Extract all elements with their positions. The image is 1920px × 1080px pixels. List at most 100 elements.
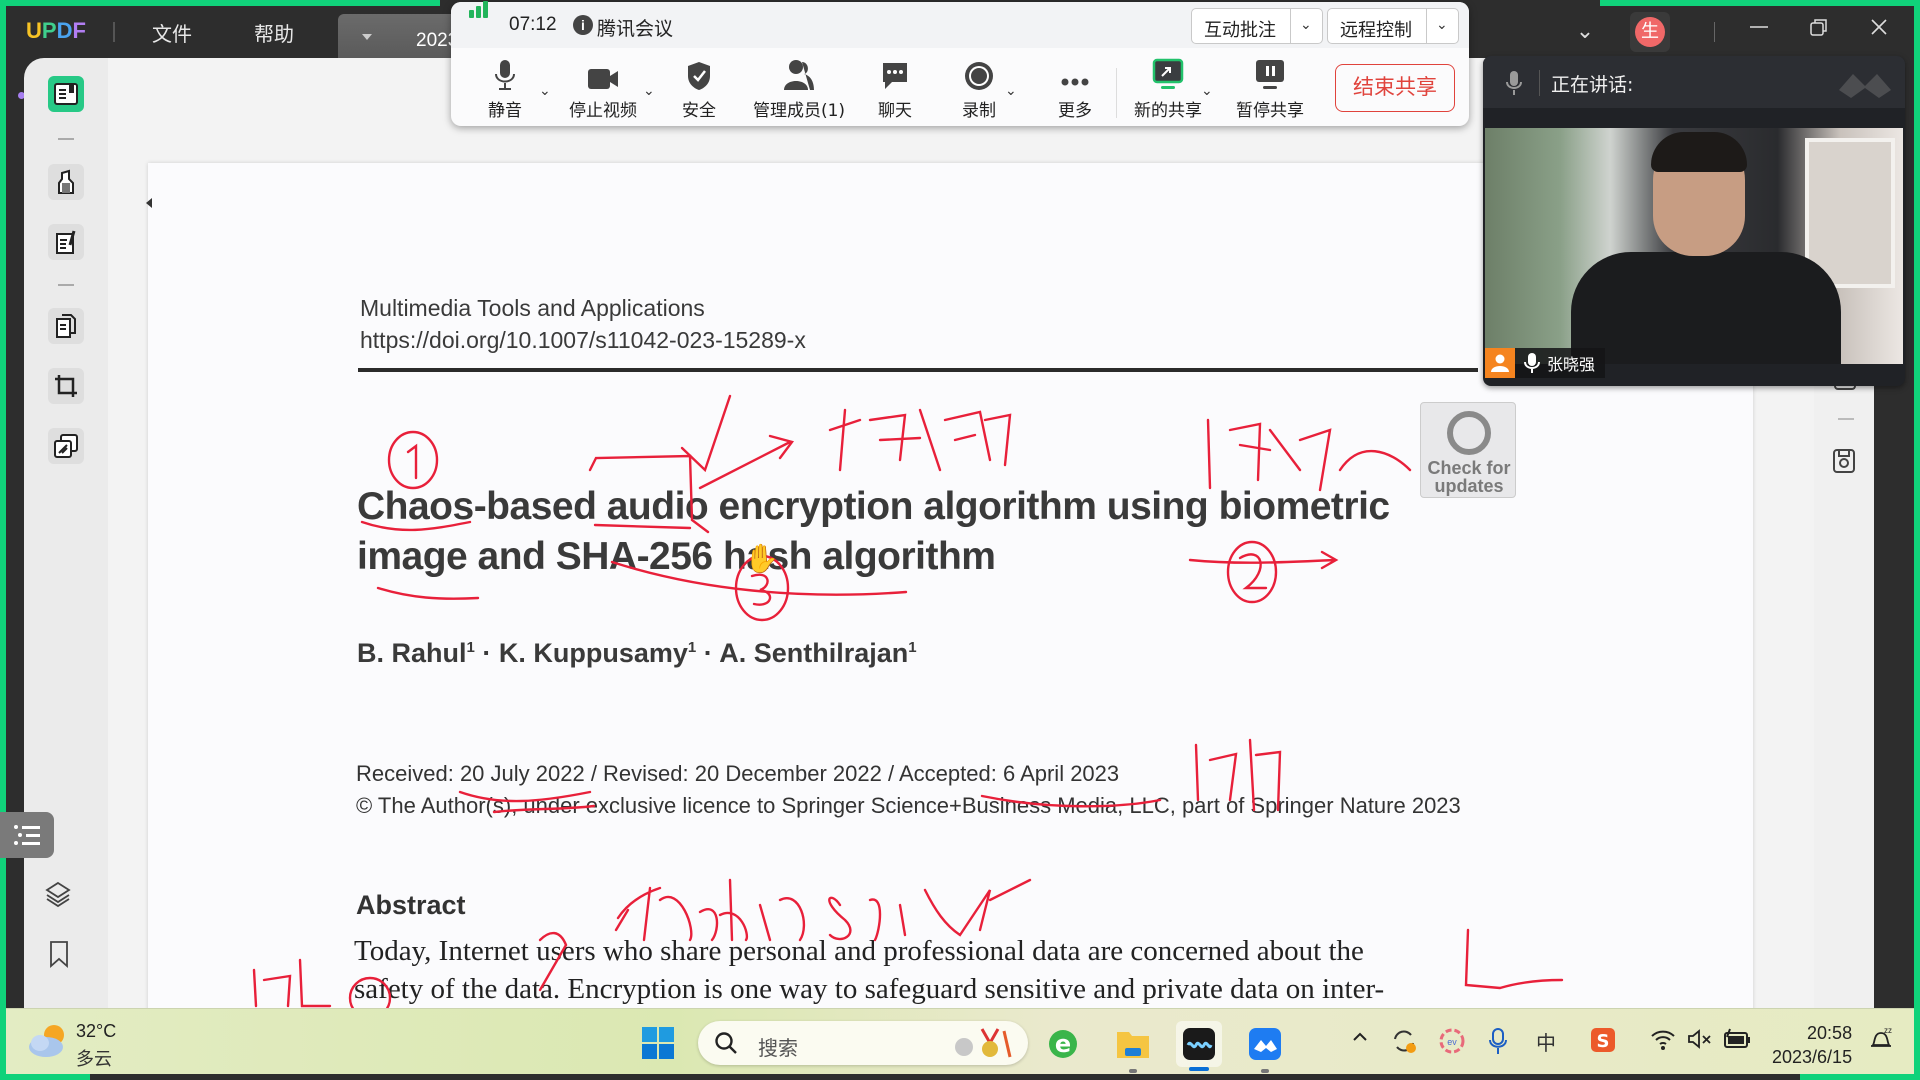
- close-icon[interactable]: [1864, 16, 1894, 46]
- show-hidden-icons[interactable]: [1350, 1027, 1370, 1052]
- check-for-updates-badge[interactable]: Check for updates: [1420, 402, 1516, 498]
- video-options-chevron-icon[interactable]: ⌄: [643, 82, 655, 99]
- speaker-panel[interactable]: 正在讲话: 张晓强: [1483, 56, 1905, 386]
- meeting-app-name[interactable]: 腾讯会议: [597, 14, 673, 41]
- share-frame-bottom-right: [1800, 1074, 1920, 1080]
- taskbar-file-explorer[interactable]: [1110, 1021, 1156, 1067]
- tray-sogou[interactable]: S: [1590, 1027, 1616, 1058]
- battery-charging-icon: [1724, 1028, 1750, 1048]
- stop-video-button[interactable]: 停止视频: [563, 56, 643, 121]
- running-indicator: [1261, 1069, 1269, 1073]
- annotation-dropdown[interactable]: 互动批注 ⌄: [1191, 8, 1323, 44]
- weather-temperature: 32°C: [76, 1021, 117, 1041]
- user-avatar[interactable]: 生: [1630, 12, 1670, 52]
- copyright-line: © The Author(s), under exclusive licence…: [356, 793, 1461, 818]
- bookmark-button[interactable]: [48, 940, 70, 973]
- paper-title: Chaos-based audio encryption algorithm u…: [357, 485, 1390, 578]
- mute-options-chevron-icon[interactable]: ⌄: [539, 82, 551, 99]
- collapse-panel-icon[interactable]: [146, 198, 152, 208]
- reader-mode-button[interactable]: [48, 76, 84, 112]
- system-clock[interactable]: 20:58 2023/6/15: [1772, 1021, 1852, 1069]
- tray-microphone[interactable]: [1488, 1027, 1508, 1060]
- security-button[interactable]: 安全: [671, 56, 727, 121]
- tray-sync[interactable]: [1390, 1027, 1418, 1060]
- remote-control-dropdown[interactable]: 远程控制 ⌄: [1327, 8, 1459, 44]
- chevron-down-icon[interactable]: ⌄: [1300, 17, 1312, 33]
- manage-members-button[interactable]: 管理成员(1): [745, 56, 853, 121]
- shield-icon: [688, 62, 710, 90]
- pause-share-button[interactable]: 暂停共享: [1229, 56, 1311, 121]
- tool-sidebar: [24, 58, 108, 1008]
- titlebar-divider: [113, 22, 115, 42]
- pause-share-icon: [1256, 60, 1284, 89]
- minimize-icon[interactable]: [1744, 16, 1774, 46]
- toolbar-divider: [1116, 68, 1117, 118]
- new-share-button[interactable]: 新的共享: [1127, 56, 1209, 121]
- highlight-tool-button[interactable]: [48, 164, 84, 200]
- dates-line: Received: 20 July 2022 / Revised: 20 Dec…: [356, 761, 1120, 786]
- tray-ev-app[interactable]: ev: [1438, 1027, 1466, 1060]
- menu-file[interactable]: 文件: [152, 18, 192, 47]
- author: A. Senthilrajan: [719, 638, 909, 668]
- more-icon: [1061, 78, 1089, 86]
- record-button[interactable]: 录制: [951, 56, 1007, 121]
- menu-help[interactable]: 帮助: [254, 18, 294, 47]
- sync-icon: [1394, 1030, 1416, 1053]
- notifications-button[interactable]: zz: [1868, 1025, 1894, 1058]
- start-button[interactable]: [642, 1027, 674, 1064]
- taskbar-audio-app[interactable]: [1176, 1021, 1222, 1067]
- save-button[interactable]: [1832, 448, 1856, 479]
- restore-icon[interactable]: [1804, 16, 1834, 46]
- tray-wifi[interactable]: [1650, 1027, 1676, 1056]
- microphone-icon: [495, 60, 515, 90]
- tencent-meeting-icon: [1249, 1028, 1281, 1060]
- share-frame-right: [1914, 0, 1920, 1080]
- taskbar-search[interactable]: 搜索: [698, 1021, 1028, 1065]
- list-icon: [14, 825, 40, 845]
- tabs-overflow-chevron-icon[interactable]: ⌄: [1570, 16, 1600, 46]
- share-options-chevron-icon[interactable]: ⌄: [1201, 82, 1213, 99]
- taskbar-browser[interactable]: e: [1040, 1021, 1086, 1067]
- svg-text:zz: zz: [1884, 1026, 1892, 1035]
- tray-volume[interactable]: [1686, 1027, 1714, 1056]
- author: K. Kuppusamy: [498, 638, 688, 668]
- microphone-icon: [1524, 353, 1540, 373]
- ime-indicator[interactable]: 中: [1536, 1027, 1556, 1056]
- meeting-info-icon[interactable]: i: [573, 15, 593, 35]
- book-icon: [54, 83, 78, 105]
- microphone-icon: [1505, 70, 1523, 101]
- organize-pages-button[interactable]: [48, 308, 84, 344]
- chat-button[interactable]: 聊天: [865, 56, 925, 121]
- mute-button[interactable]: 静音: [477, 56, 533, 121]
- browser-icon: e: [1049, 1030, 1077, 1058]
- participant-video[interactable]: [1485, 128, 1903, 364]
- folder-icon: [1117, 1032, 1149, 1058]
- taskbar-tencent-meeting[interactable]: [1242, 1021, 1288, 1067]
- outline-toggle-button[interactable]: [0, 812, 54, 858]
- author: B. Rahul: [357, 638, 467, 668]
- tray-battery[interactable]: [1722, 1027, 1752, 1056]
- more-button[interactable]: 更多: [1047, 56, 1103, 121]
- search-icon: [715, 1032, 737, 1054]
- participant-icon: [1485, 348, 1515, 378]
- partly-cloudy-icon: [29, 1025, 64, 1057]
- end-share-button[interactable]: 结束共享: [1335, 64, 1455, 112]
- weather-description: 多云: [76, 1049, 112, 1070]
- edit-pdf-button[interactable]: [48, 224, 84, 260]
- layers-button[interactable]: [44, 880, 72, 913]
- tab-dropdown-icon[interactable]: [362, 34, 372, 40]
- journal-name: Multimedia Tools and Applications: [360, 295, 705, 321]
- svg-text:e: e: [1055, 1030, 1071, 1058]
- windows-logo-icon: [642, 1027, 674, 1059]
- chevron-down-icon[interactable]: ⌄: [1436, 17, 1448, 33]
- header-rule: [358, 368, 1478, 372]
- clock-time: 20:58: [1807, 1023, 1853, 1043]
- watermark-button[interactable]: [48, 428, 84, 464]
- document-tab[interactable]: 2023: [338, 14, 468, 64]
- record-options-chevron-icon[interactable]: ⌄: [1005, 82, 1017, 99]
- crop-pages-button[interactable]: [48, 368, 84, 404]
- weather-widget[interactable]: [26, 1021, 70, 1066]
- save-icon: [1833, 449, 1855, 473]
- meeting-toolbar: 07:12 i 腾讯会议 互动批注 ⌄ 远程控制 ⌄ 静音 ⌄ 停止视频 ⌄ 安…: [451, 1, 1469, 126]
- doi-link[interactable]: https://doi.org/10.1007/s11042-023-15289…: [360, 324, 806, 356]
